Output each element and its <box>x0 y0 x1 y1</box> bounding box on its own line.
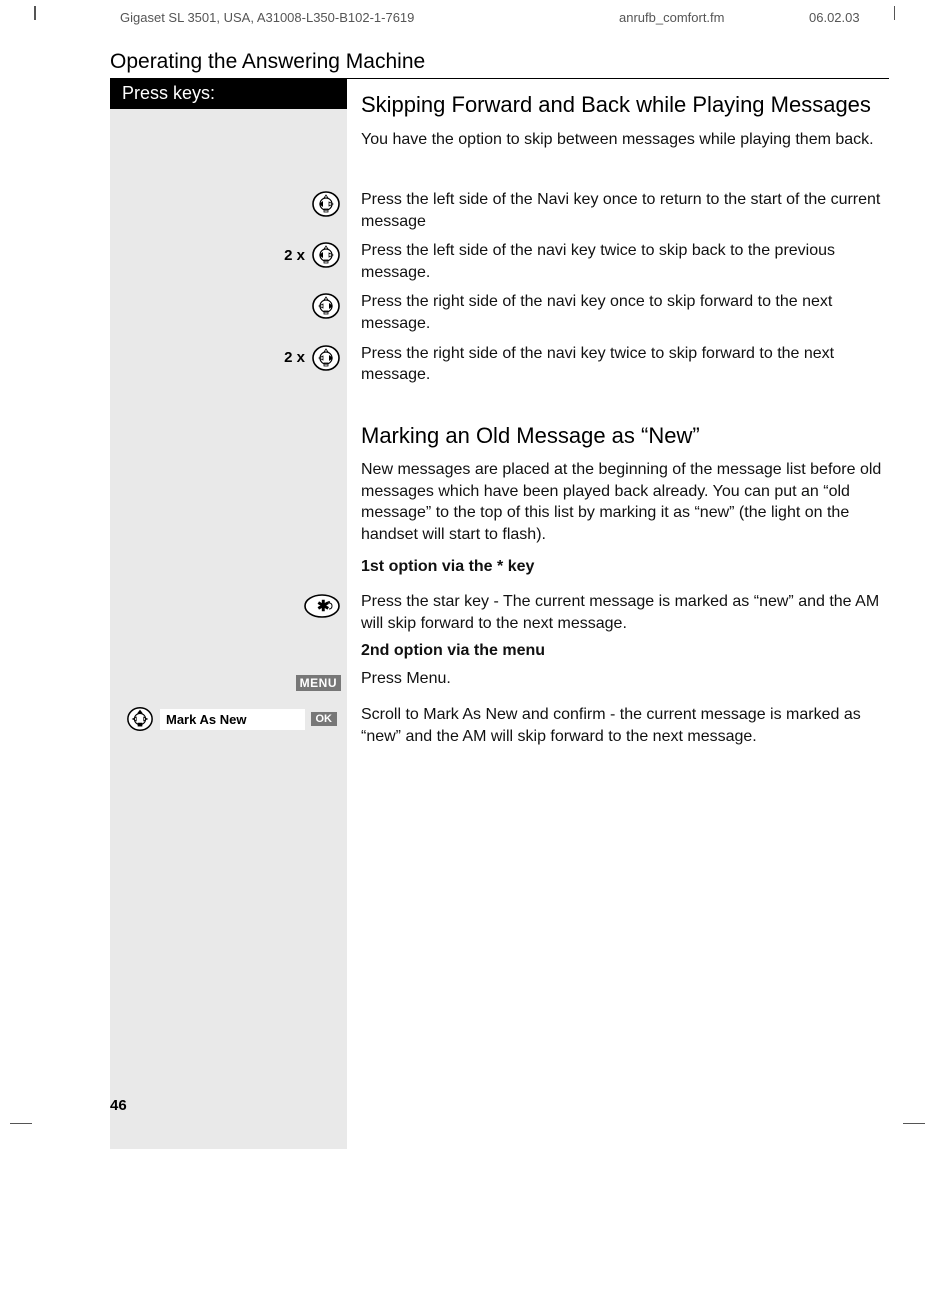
navi-key-right-icon <box>311 343 341 373</box>
crop-mark <box>903 1123 925 1125</box>
svg-text:✱: ✱ <box>317 598 330 615</box>
option1-label: 1st option via the * key <box>361 556 889 578</box>
section-title: Operating the Answering Machine <box>110 50 889 74</box>
press-menu-text: Press Menu. <box>347 668 889 690</box>
crop-mark <box>894 6 896 20</box>
header-date: 06.02.03 <box>809 10 889 25</box>
skip-left-twice-text: Press the left side of the navi key twic… <box>347 240 889 283</box>
twice-prefix: 2 x <box>284 349 305 366</box>
navi-key-right-icon <box>311 291 341 321</box>
crop-mark <box>10 1123 32 1125</box>
press-keys-label: Press keys: <box>110 79 347 109</box>
menu-softkey-icon: MENU <box>296 675 341 691</box>
intro-marking: New messages are placed at the beginning… <box>361 459 889 545</box>
star-key-icon: ✱ <box>303 593 341 619</box>
navi-key-left-icon <box>311 240 341 270</box>
navi-key-left-icon <box>311 189 341 219</box>
option2-label: 2nd option via the menu <box>361 640 889 662</box>
header-product: Gigaset SL 3501, USA, A31008-L350-B102-1… <box>120 10 619 25</box>
mark-as-new-text: Scroll to Mark As New and confirm - the … <box>347 704 889 747</box>
header-file: anrufb_comfort.fm <box>619 10 809 25</box>
crop-mark <box>34 6 36 20</box>
twice-prefix: 2 x <box>284 247 305 264</box>
heading-marking: Marking an Old Message as “New” <box>361 422 889 450</box>
skip-right-twice-text: Press the right side of the navi key twi… <box>347 343 889 386</box>
running-header: Gigaset SL 3501, USA, A31008-L350-B102-1… <box>120 10 889 25</box>
skip-right-once-text: Press the right side of the navi key onc… <box>347 291 889 334</box>
heading-skipping: Skipping Forward and Back while Playing … <box>361 91 889 119</box>
navi-key-scroll-icon <box>126 705 154 733</box>
ok-softkey-icon: OK <box>311 712 338 726</box>
option1-text: Press the star key - The current message… <box>347 591 889 634</box>
mark-as-new-display: Mark As New <box>160 709 305 730</box>
skip-left-once-text: Press the left side of the Navi key once… <box>347 189 889 232</box>
intro-skipping: You have the option to skip between mess… <box>361 129 889 151</box>
